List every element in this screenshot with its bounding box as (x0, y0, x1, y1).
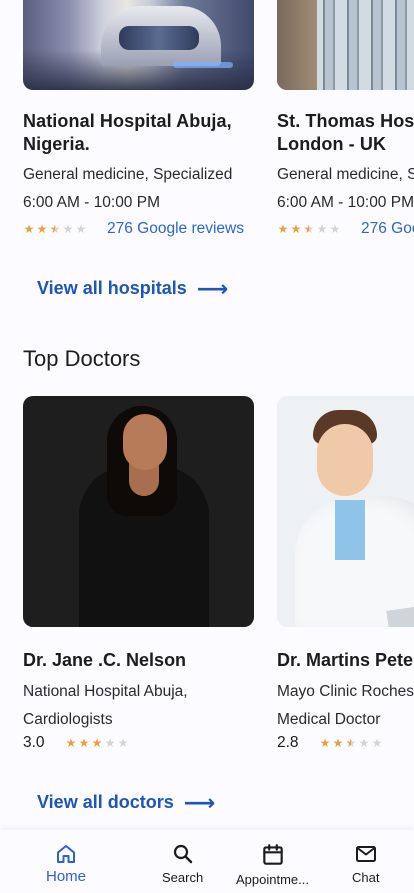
star-empty-icon: ★ (117, 736, 129, 750)
star-empty-icon: ★ (104, 736, 116, 750)
star-rating: ★ ★ ★ ★ ★ (65, 737, 129, 749)
home-icon (54, 842, 78, 866)
nav-item-appointments[interactable]: Appointme... (236, 842, 309, 887)
hospital-image (23, 0, 254, 90)
view-all-hospitals-button[interactable]: View all hospitals ⟶ (37, 275, 229, 301)
home-screen: National Hospital Abuja, Nigeria. Genera… (0, 0, 414, 893)
view-all-hospitals-label: View all hospitals (37, 278, 187, 298)
hospital-hours: 6:00 AM - 10:00 PM (277, 194, 414, 211)
nav-item-home[interactable]: Home (46, 842, 86, 885)
hospital-card[interactable]: St. Thomas Hospital London - UK General … (277, 0, 414, 238)
doctor-card[interactable]: Dr. Jane .C. Nelson National Hospital Ab… (23, 396, 254, 752)
doctor-card[interactable]: Dr. Martins Peter Mayo Clinic Rochester … (277, 396, 414, 752)
star-icon: ★ (319, 736, 331, 750)
bottom-navigation: Home Search Appointme... Chat (0, 830, 414, 893)
star-icon: ★ (91, 736, 103, 750)
section-title-top-doctors: Top Doctors (23, 346, 141, 371)
star-rating: ★ ★ ★ ★ ★ (23, 223, 87, 235)
hospital-rating: ★ ★ ★ ★ ★ 276 Google reviews (23, 220, 254, 238)
doctor-photo (277, 396, 414, 627)
calendar-icon (260, 842, 286, 868)
doctor-rating: 2.8 ★ ★ ★ ★ ★ (277, 734, 414, 752)
star-empty-icon: ★ (75, 222, 87, 236)
star-empty-icon: ★ (358, 736, 370, 750)
nav-item-chat[interactable]: Chat (352, 842, 379, 885)
star-icon: ★ (36, 222, 48, 236)
hospital-card[interactable]: National Hospital Abuja, Nigeria. Genera… (23, 0, 254, 238)
arrow-right-icon: ⟶ (196, 275, 229, 301)
hospital-name: National Hospital Abuja, Nigeria. (23, 111, 232, 154)
doctor-specialty: Cardiologists (23, 711, 113, 728)
star-rating: ★ ★ ★ ★ ★ (319, 737, 383, 749)
star-half-icon: ★ (303, 222, 315, 236)
star-empty-icon: ★ (62, 222, 74, 236)
doctor-photo (23, 396, 254, 627)
nav-item-search[interactable]: Search (162, 842, 203, 885)
star-icon: ★ (277, 222, 289, 236)
search-icon (171, 842, 195, 866)
nav-label-chat: Chat (352, 870, 380, 885)
nav-label-appointments: Appointme... (236, 872, 309, 887)
star-empty-icon: ★ (371, 736, 383, 750)
nav-label-home: Home (46, 868, 87, 885)
nav-label-search: Search (162, 870, 204, 885)
doctor-hospital: Mayo Clinic Rochester (277, 683, 414, 700)
hospital-type: General medicine, Specialized (277, 166, 414, 183)
google-reviews-link[interactable]: 276 Google reviews (107, 220, 244, 238)
star-half-icon: ★ (345, 736, 357, 750)
hospital-type: General medicine, Specialized (23, 166, 233, 183)
hospitals-carousel[interactable]: National Hospital Abuja, Nigeria. Genera… (0, 0, 414, 250)
star-icon: ★ (23, 222, 35, 236)
doctor-rating: 3.0 ★ ★ ★ ★ ★ (23, 734, 254, 752)
doctor-name: Dr. Martins Peter (277, 650, 414, 670)
google-reviews-link[interactable]: 276 Google reviews (361, 220, 414, 238)
view-all-doctors-label: View all doctors (37, 792, 174, 812)
star-rating: ★ ★ ★ ★ ★ (277, 223, 341, 235)
star-half-icon: ★ (49, 222, 61, 236)
hospital-hours: 6:00 AM - 10:00 PM (23, 194, 160, 211)
star-icon: ★ (65, 736, 77, 750)
hospital-rating: ★ ★ ★ ★ ★ 276 Google reviews (277, 220, 414, 238)
star-icon: ★ (332, 736, 344, 750)
doctor-score: 2.8 (277, 734, 299, 751)
doctor-name: Dr. Jane .C. Nelson (23, 650, 187, 670)
mail-icon (353, 842, 379, 866)
doctor-hospital: National Hospital Abuja, (23, 683, 188, 700)
arrow-right-icon: ⟶ (183, 789, 216, 815)
doctors-carousel[interactable]: Dr. Jane .C. Nelson National Hospital Ab… (0, 396, 414, 766)
doctor-specialty: Medical Doctor (277, 711, 381, 728)
hospital-image (277, 0, 414, 90)
star-icon: ★ (78, 736, 90, 750)
view-all-doctors-button[interactable]: View all doctors ⟶ (37, 789, 216, 815)
star-empty-icon: ★ (329, 222, 341, 236)
doctor-score: 3.0 (23, 734, 45, 751)
star-icon: ★ (290, 222, 302, 236)
hospital-name: St. Thomas Hospital London - UK (277, 111, 414, 154)
star-empty-icon: ★ (316, 222, 328, 236)
